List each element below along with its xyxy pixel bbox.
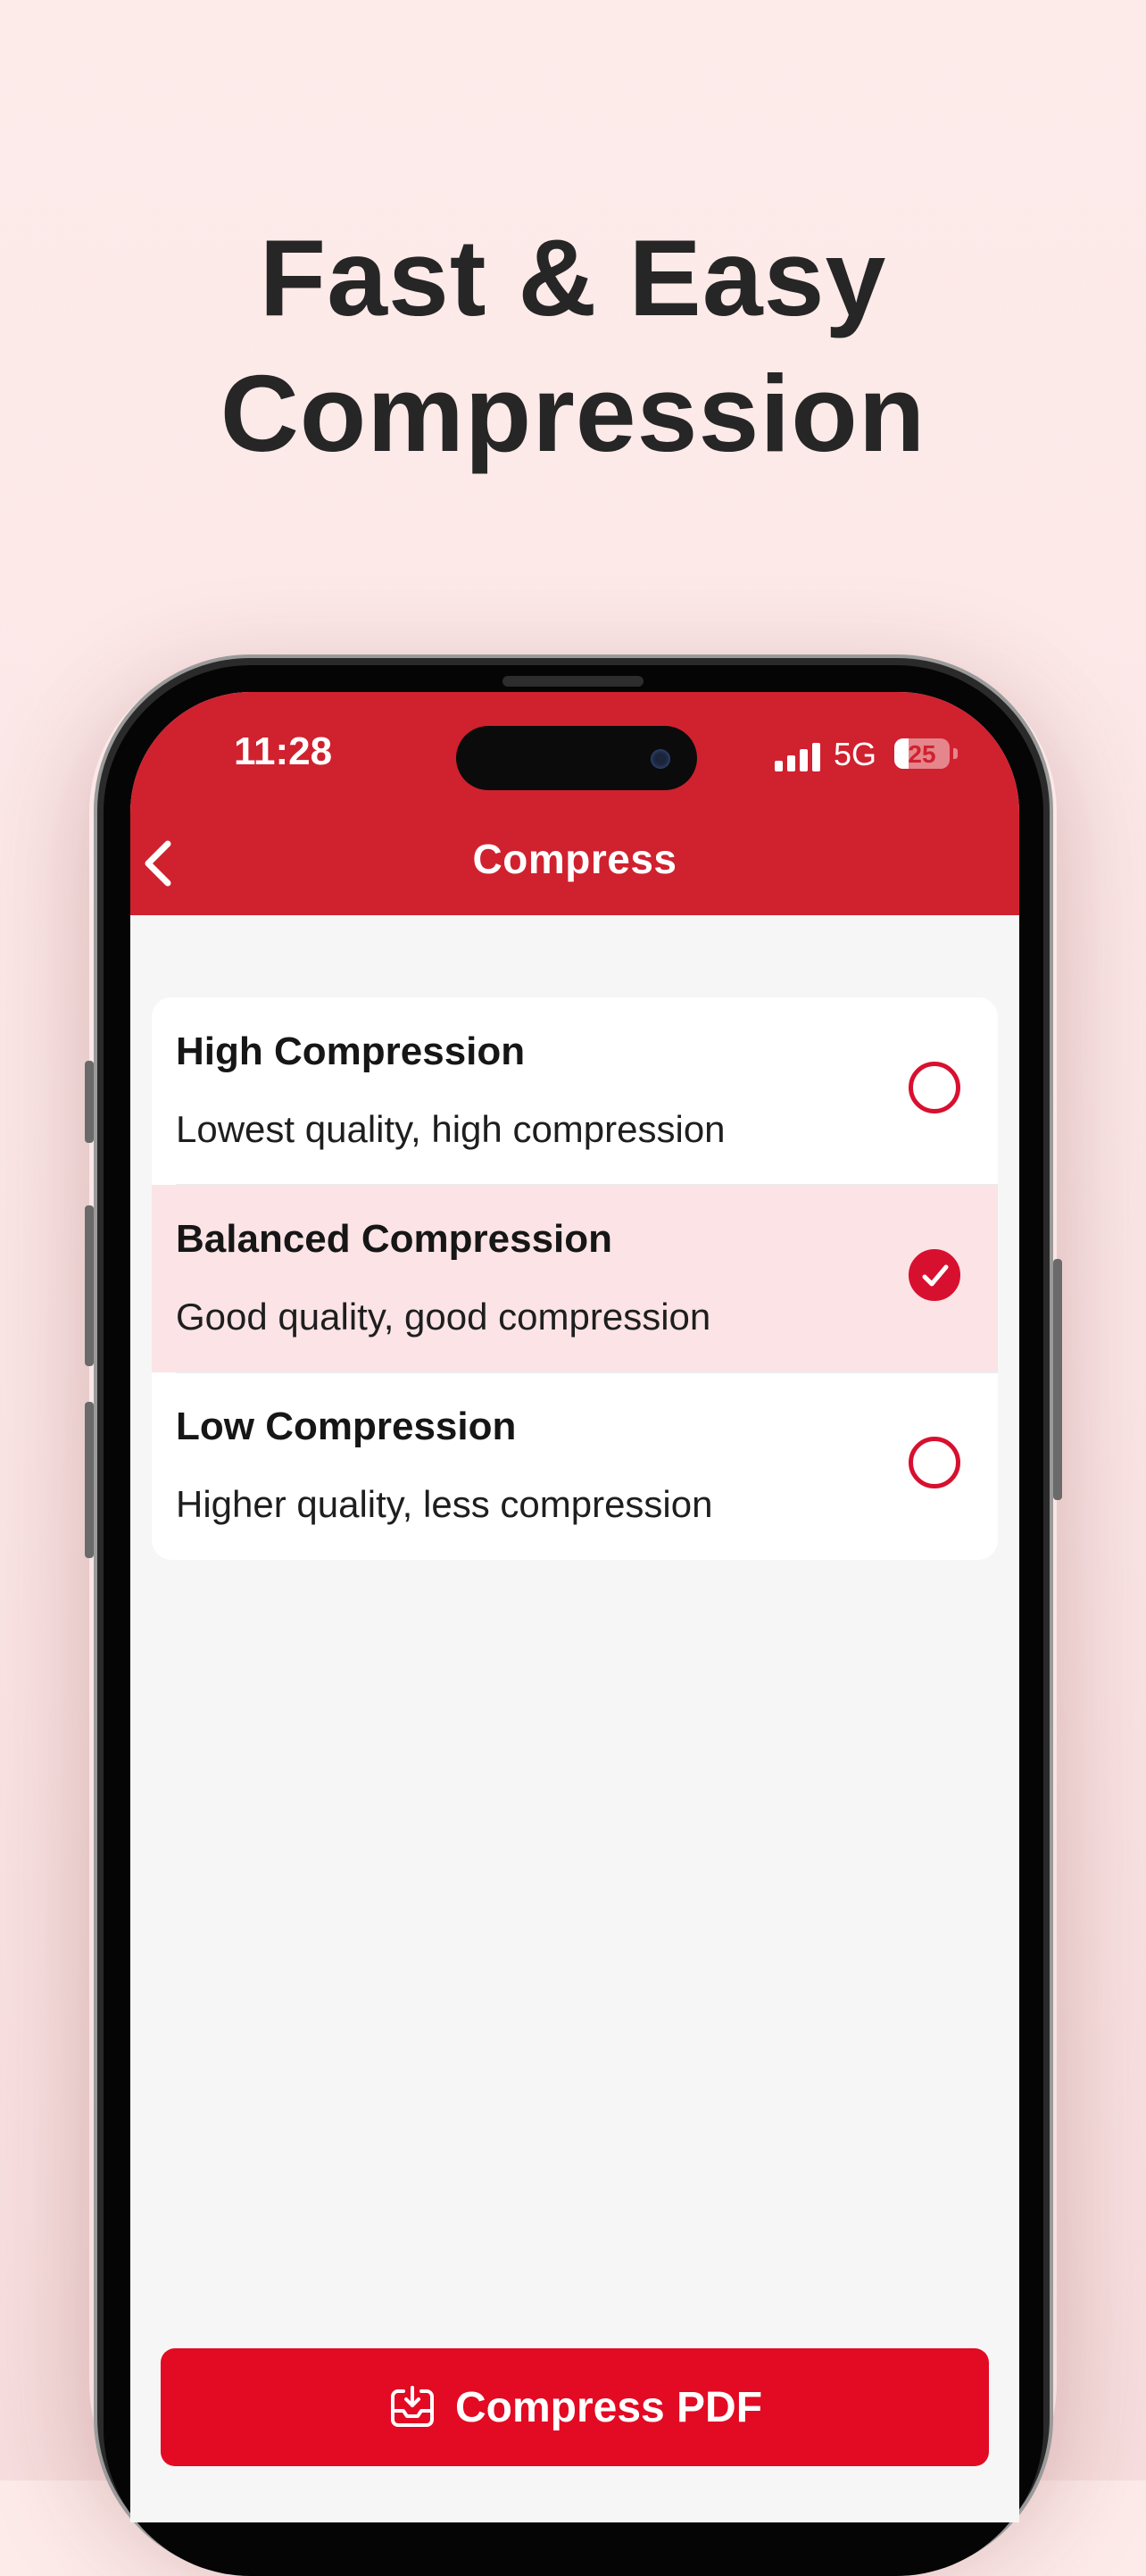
radio-button[interactable] [909, 1437, 960, 1488]
action-button [85, 1061, 94, 1143]
battery-level: 25 [908, 740, 936, 768]
earpiece-speaker [502, 676, 644, 687]
checkmark-icon [922, 1264, 949, 1287]
option-title: High Compression [176, 1030, 526, 1073]
radio-button-checked[interactable] [909, 1249, 960, 1301]
headline: Fast & Easy Compression [0, 210, 1146, 481]
app-bar: 11:28 5G 25 Compress [130, 692, 1019, 915]
compression-options: High Compression Lowest quality, high co… [152, 997, 998, 1560]
power-button [1053, 1259, 1062, 1500]
status-time: 11:28 [234, 729, 333, 773]
volume-down-button [85, 1402, 94, 1558]
radio-button[interactable] [909, 1062, 960, 1113]
battery-icon: 25 [894, 738, 950, 769]
dynamic-island [456, 726, 697, 790]
headline-line-2: Compression [220, 353, 926, 474]
headline-line-1: Fast & Easy [259, 217, 887, 338]
battery-tip [953, 748, 958, 759]
network-type: 5G [834, 736, 877, 772]
option-description: Higher quality, less compression [176, 1483, 713, 1525]
signal-icon [775, 743, 821, 771]
camera-icon [651, 749, 670, 769]
download-tray-icon [390, 2386, 434, 2427]
app-bar-title: Compress [472, 836, 677, 882]
option-title: Balanced Compression [176, 1217, 613, 1261]
phone-screen: 11:28 5G 25 Compress High Compression Lo… [130, 692, 1019, 2522]
option-balanced-compression[interactable]: Balanced Compression Good quality, good … [152, 1185, 998, 1372]
compress-pdf-button[interactable]: Compress PDF [161, 2348, 989, 2466]
option-description: Lowest quality, high compression [176, 1108, 726, 1150]
volume-up-button [85, 1205, 94, 1366]
option-low-compression[interactable]: Low Compression Higher quality, less com… [152, 1372, 998, 1560]
option-title: Low Compression [176, 1405, 517, 1448]
option-high-compression[interactable]: High Compression Lowest quality, high co… [152, 997, 998, 1185]
compress-pdf-label: Compress PDF [454, 2383, 763, 2431]
option-description: Good quality, good compression [176, 1296, 711, 1338]
